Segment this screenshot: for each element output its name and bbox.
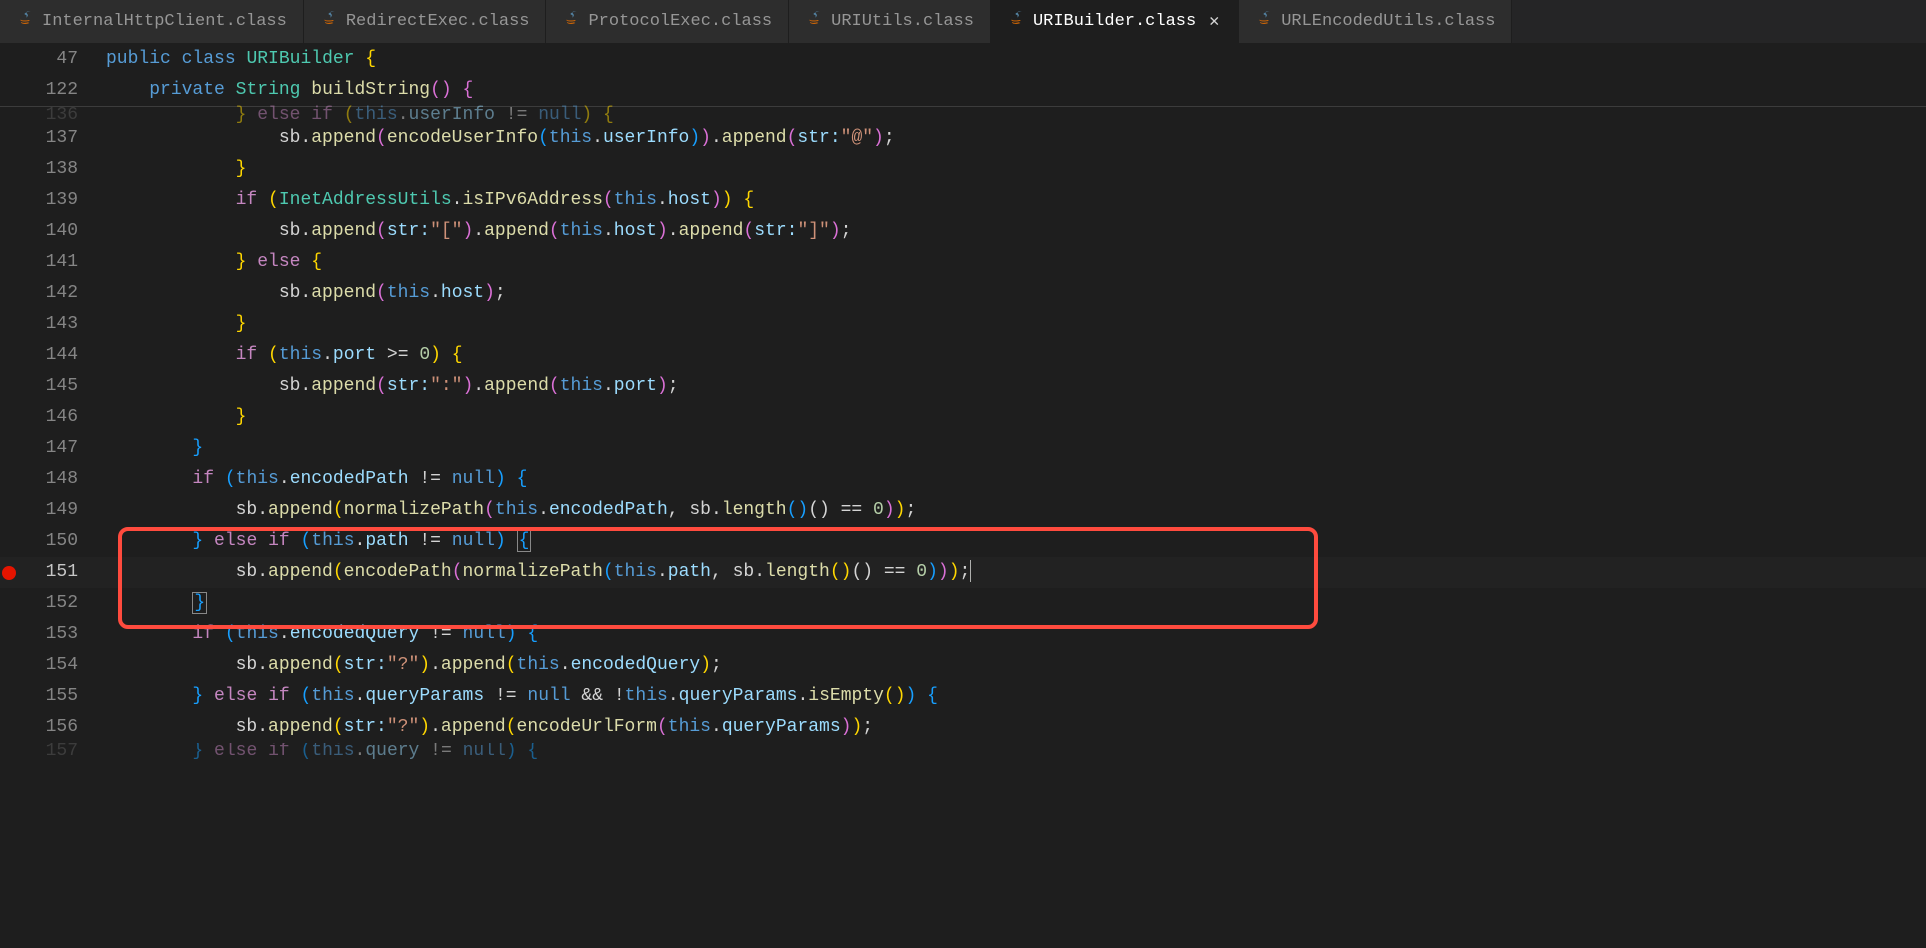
- line-number: 145: [18, 371, 98, 402]
- tab-redirectexec[interactable]: RedirectExec.class: [304, 0, 547, 43]
- breakpoint-gutter[interactable]: [0, 123, 18, 154]
- tab-internalhttpclient[interactable]: InternalHttpClient.class: [0, 0, 304, 43]
- tab-label: InternalHttpClient.class: [42, 12, 287, 31]
- tab-label: URIUtils.class: [831, 12, 974, 31]
- code-text: sb.append(encodeUserInfo(this.userInfo))…: [98, 123, 895, 154]
- breakpoint-gutter[interactable]: [0, 75, 18, 106]
- line-number: 136: [18, 107, 98, 123]
- breakpoint-gutter[interactable]: [0, 154, 18, 185]
- code-text: } else if (this.queryParams != null && !…: [98, 681, 938, 712]
- code-text: } else {: [98, 247, 322, 278]
- breakpoint-gutter[interactable]: [0, 402, 18, 433]
- close-icon[interactable]: ✕: [1206, 14, 1222, 30]
- line-number: 156: [18, 712, 98, 743]
- breakpoint-gutter[interactable]: [0, 278, 18, 309]
- breakpoint-gutter[interactable]: [0, 44, 18, 75]
- code-text: } else if (this.userInfo != null) {: [98, 107, 614, 123]
- line-number: 47: [18, 44, 98, 75]
- tab-urlencodedutils[interactable]: URLEncodedUtils.class: [1239, 0, 1512, 43]
- breakpoint-gutter[interactable]: [0, 588, 18, 619]
- line-number: 137: [18, 123, 98, 154]
- breakpoint-gutter[interactable]: [0, 185, 18, 216]
- code-text: if (InetAddressUtils.isIPv6Address(this.…: [98, 185, 754, 216]
- breakpoint-gutter[interactable]: [0, 371, 18, 402]
- line-number: 138: [18, 154, 98, 185]
- tab-label: URLEncodedUtils.class: [1281, 12, 1495, 31]
- code-text: if (this.encodedPath != null) {: [98, 464, 527, 495]
- breakpoint-gutter[interactable]: [0, 650, 18, 681]
- code-text: }: [98, 309, 246, 340]
- java-icon: [16, 11, 32, 33]
- java-icon: [320, 11, 336, 33]
- code-text: sb.append(str:":").append(this.port);: [98, 371, 679, 402]
- breakpoint-gutter[interactable]: [0, 681, 18, 712]
- code-text: }: [98, 154, 246, 185]
- breakpoint-gutter[interactable]: [0, 619, 18, 650]
- line-number: 148: [18, 464, 98, 495]
- code-text: }: [98, 588, 207, 619]
- tab-protocolexec[interactable]: ProtocolExec.class: [546, 0, 789, 43]
- tab-label: URIBuilder.class: [1033, 12, 1196, 31]
- line-number: 152: [18, 588, 98, 619]
- tab-label: RedirectExec.class: [346, 12, 530, 31]
- editor-content[interactable]: 136 } else if (this.userInfo != null) { …: [0, 107, 1926, 759]
- java-icon: [1255, 11, 1271, 33]
- line-number: 144: [18, 340, 98, 371]
- code-text: sb.append(this.host);: [98, 278, 506, 309]
- java-icon: [805, 11, 821, 33]
- code-text: sb.append(normalizePath(this.encodedPath…: [98, 495, 916, 526]
- text-cursor: [970, 560, 971, 582]
- java-icon: [1007, 11, 1023, 33]
- breakpoint-gutter[interactable]: [0, 557, 18, 588]
- code-text: }: [98, 402, 246, 433]
- line-number: 155: [18, 681, 98, 712]
- breakpoint-gutter[interactable]: [0, 464, 18, 495]
- code-text: } else if (this.query != null) {: [98, 743, 538, 759]
- line-number: 153: [18, 619, 98, 650]
- line-number: 142: [18, 278, 98, 309]
- code-text: if (this.port >= 0) {: [98, 340, 463, 371]
- line-number: 150: [18, 526, 98, 557]
- breakpoint-gutter[interactable]: [0, 340, 18, 371]
- code-text: sb.append(str:"[").append(this.host).app…: [98, 216, 851, 247]
- tab-uribuilder[interactable]: URIBuilder.class ✕: [991, 0, 1239, 43]
- line-number: 122: [18, 75, 98, 106]
- code-text: sb.append(str:"?").append(encodeUrlForm(…: [98, 712, 873, 743]
- line-number: 141: [18, 247, 98, 278]
- line-number: 151: [18, 557, 98, 588]
- code-text: }: [98, 433, 203, 464]
- line-number: 157: [18, 743, 98, 759]
- breakpoint-gutter[interactable]: [0, 495, 18, 526]
- code-text: if (this.encodedQuery != null) {: [98, 619, 538, 650]
- sticky-scroll-header[interactable]: 47 public class URIBuilder { 122 private…: [0, 44, 1926, 107]
- breakpoint-gutter[interactable]: [0, 309, 18, 340]
- breakpoint-icon[interactable]: [2, 566, 16, 580]
- line-number: 146: [18, 402, 98, 433]
- line-number: 143: [18, 309, 98, 340]
- tab-uriutils[interactable]: URIUtils.class: [789, 0, 991, 43]
- line-number: 139: [18, 185, 98, 216]
- code-text: sb.append(encodePath(normalizePath(this.…: [98, 557, 971, 588]
- code-text: public class URIBuilder {: [98, 44, 376, 75]
- tab-label: ProtocolExec.class: [588, 12, 772, 31]
- breakpoint-gutter[interactable]: [0, 712, 18, 743]
- java-icon: [562, 11, 578, 33]
- code-text: sb.append(str:"?").append(this.encodedQu…: [98, 650, 722, 681]
- tab-bar: InternalHttpClient.class RedirectExec.cl…: [0, 0, 1926, 44]
- line-number: 149: [18, 495, 98, 526]
- breakpoint-gutter[interactable]: [0, 216, 18, 247]
- breakpoint-gutter[interactable]: [0, 433, 18, 464]
- code-text: } else if (this.path != null) {: [98, 526, 531, 557]
- breakpoint-gutter[interactable]: [0, 526, 18, 557]
- code-text: private String buildString() {: [98, 75, 473, 106]
- breakpoint-gutter[interactable]: [0, 247, 18, 278]
- line-number: 154: [18, 650, 98, 681]
- line-number: 140: [18, 216, 98, 247]
- line-number: 147: [18, 433, 98, 464]
